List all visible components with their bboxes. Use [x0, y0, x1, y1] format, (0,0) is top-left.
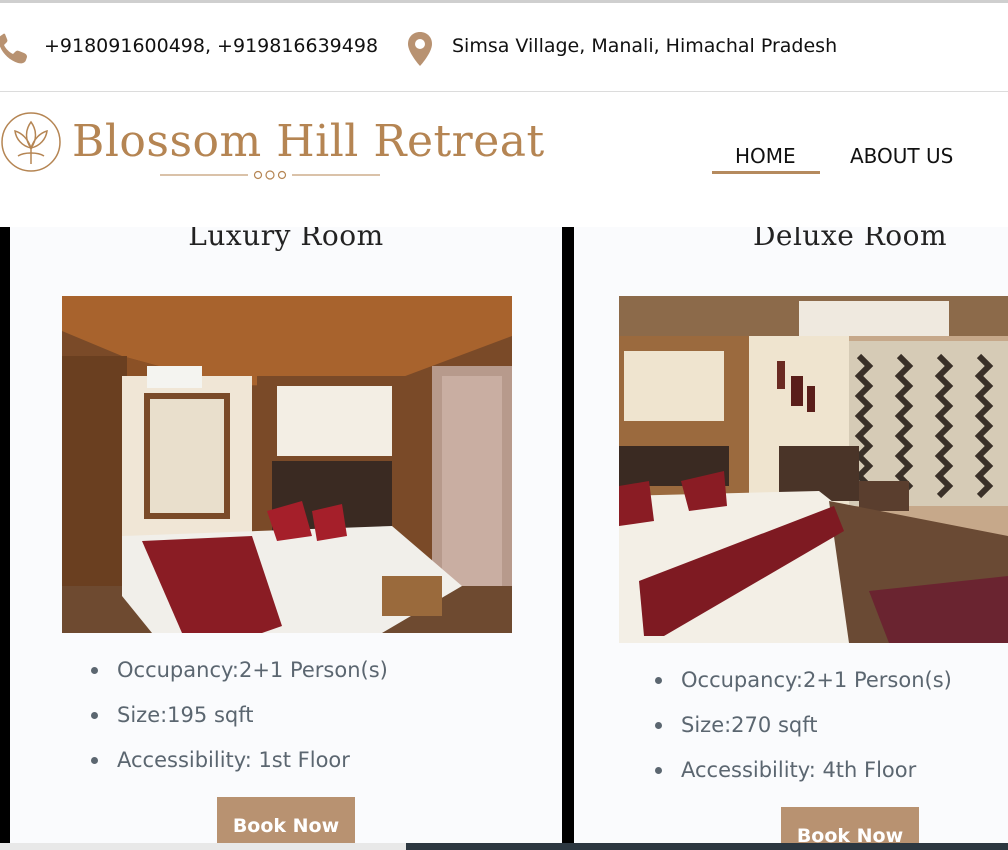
room-title: Deluxe Room: [752, 227, 948, 252]
room-features: Occupancy:2+1 Person(s) Size:195 sqft Ac…: [91, 656, 388, 791]
location-pin-icon: [408, 32, 432, 66]
logo-text[interactable]: Blossom Hill Retreat: [72, 116, 545, 167]
contact-bar: +918091600498, +919816639498 Simsa Villa…: [0, 3, 1008, 92]
feature-accessibility: Accessibility: 1st Floor: [91, 746, 388, 791]
phone-numbers[interactable]: +918091600498, +919816639498: [44, 35, 378, 57]
phone-icon: [0, 33, 27, 64]
nav-about-us[interactable]: ABOUT US: [850, 144, 953, 168]
logo-flourish: [160, 170, 380, 180]
nav-active-indicator: [712, 171, 820, 174]
address-text: Simsa Village, Manali, Himachal Pradesh: [452, 35, 838, 57]
feature-occupancy: Occupancy:2+1 Person(s): [91, 656, 388, 701]
feature-occupancy: Occupancy:2+1 Person(s): [655, 666, 952, 711]
room-card-luxury: Luxury Room Occupancy:2+1 Person(s) Size…: [10, 227, 562, 850]
deluxe-room-photo: [619, 296, 1008, 643]
room-title: Luxury Room: [188, 227, 384, 252]
site-header: Blossom Hill Retreat HOME ABOUT US: [0, 92, 1008, 227]
room-features: Occupancy:2+1 Person(s) Size:270 sqft Ac…: [655, 666, 952, 801]
rooms-section: Luxury Room Occupancy:2+1 Person(s) Size…: [0, 227, 1008, 850]
feature-accessibility: Accessibility: 4th Floor: [655, 756, 952, 801]
book-now-button[interactable]: Book Now: [217, 797, 355, 845]
feature-size: Size:270 sqft: [655, 711, 952, 756]
room-card-deluxe: Deluxe Room Occupancy:2+1 Person(s) Size…: [574, 227, 1008, 850]
luxury-room-photo: [62, 296, 512, 633]
nav-home[interactable]: HOME: [735, 144, 796, 168]
lotus-logo-icon[interactable]: [0, 106, 62, 178]
feature-size: Size:195 sqft: [91, 701, 388, 746]
taskbar-dark-strip: [406, 843, 1008, 850]
